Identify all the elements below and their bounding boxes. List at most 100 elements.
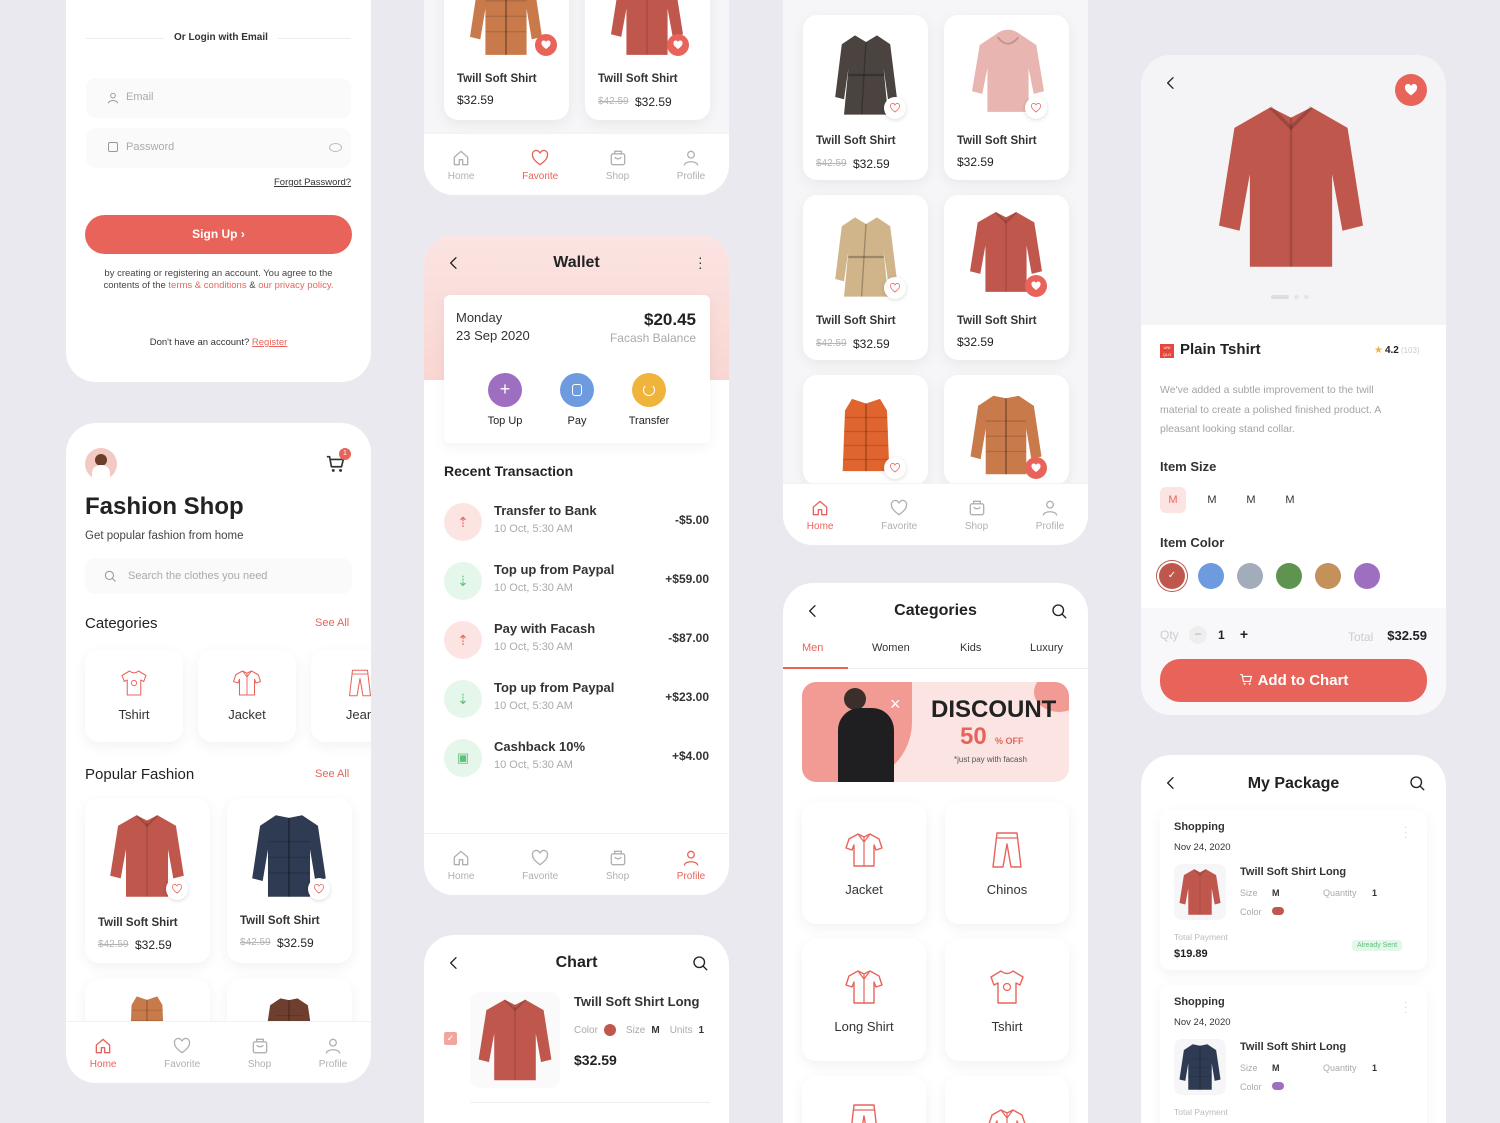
- privacy-link[interactable]: our privacy policy.: [258, 280, 333, 291]
- tab-men[interactable]: Men: [802, 642, 823, 654]
- pay-button[interactable]: [560, 373, 594, 407]
- size-option[interactable]: M: [1277, 487, 1303, 513]
- color-swatch[interactable]: [1237, 563, 1263, 589]
- color-swatch[interactable]: [1276, 563, 1302, 589]
- color-swatch[interactable]: [1198, 563, 1224, 589]
- qty-increase[interactable]: +: [1235, 626, 1253, 644]
- transaction-row[interactable]: ⇡ Pay with Facash 10 Oct, 5:30 AM -$87.0…: [444, 617, 709, 673]
- product-card[interactable]: Twill Soft Shirt $42.59 $32.59: [803, 15, 928, 180]
- favorite-button[interactable]: [1025, 97, 1047, 119]
- product-card[interactable]: Twill Soft Shirt $42.59 $32.59: [585, 0, 710, 120]
- favorite-button[interactable]: [308, 878, 330, 900]
- search-icon[interactable]: [1050, 602, 1068, 620]
- register-link[interactable]: Register: [252, 337, 287, 348]
- nav-home[interactable]: Home: [448, 848, 474, 882]
- nav-favorite[interactable]: Favorite: [164, 1036, 200, 1070]
- category-jean[interactable]: Jean: [311, 650, 371, 742]
- favorite-button[interactable]: [667, 34, 689, 56]
- nav-shop[interactable]: Shop: [606, 148, 629, 182]
- product-card[interactable]: Twill Soft Shirt $32.59: [444, 0, 569, 120]
- chart-card: Chart ✓ Twill Soft Shirt Long Color Size…: [424, 935, 729, 1123]
- favorite-button[interactable]: [884, 277, 906, 299]
- cart-item-price: $32.59: [574, 1052, 617, 1068]
- product-card[interactable]: [803, 375, 928, 485]
- category-jacket[interactable]: Jacket: [802, 802, 926, 924]
- carousel-dots[interactable]: [1271, 295, 1309, 299]
- size-option[interactable]: M: [1160, 487, 1186, 513]
- favorite-button[interactable]: [166, 878, 188, 900]
- more-icon[interactable]: · · ·: [1404, 823, 1408, 843]
- order-card[interactable]: Shopping Nov 24, 2020 · · · Twill Soft Shi…: [1160, 985, 1427, 1123]
- size-option[interactable]: M: [1238, 487, 1264, 513]
- transfer-button[interactable]: [632, 373, 666, 407]
- more-icon[interactable]: · · ·: [698, 250, 703, 274]
- nav-shop[interactable]: Shop: [965, 498, 988, 532]
- favorite-button[interactable]: [1025, 457, 1047, 479]
- select-checkbox[interactable]: ✓: [444, 1032, 457, 1045]
- terms-link[interactable]: terms & conditions: [168, 280, 246, 291]
- favorite-button[interactable]: [1025, 275, 1047, 297]
- password-field[interactable]: Password: [86, 128, 351, 168]
- color-swatch[interactable]: ✓: [1159, 563, 1185, 589]
- eye-off-icon[interactable]: [329, 143, 342, 152]
- search-icon[interactable]: [1408, 774, 1426, 792]
- favorite-button[interactable]: [884, 457, 906, 479]
- forgot-password-link[interactable]: Forgot Password?: [274, 177, 351, 188]
- categories-see-all[interactable]: See All: [315, 617, 349, 629]
- transaction-row[interactable]: ⇣ Top up from Paypal 10 Oct, 5:30 AM +$5…: [444, 558, 709, 614]
- category-chinos[interactable]: Chinos: [945, 802, 1069, 924]
- product-card[interactable]: Twill Soft Shirt $32.59: [944, 15, 1069, 180]
- product-old-price: $42.59: [816, 158, 847, 169]
- category-more[interactable]: [945, 1076, 1069, 1123]
- add-to-chart-button[interactable]: Add to Chart: [1160, 659, 1427, 702]
- nav-shop[interactable]: Shop: [248, 1036, 271, 1070]
- product-card[interactable]: [944, 375, 1069, 485]
- tab-luxury[interactable]: Luxury: [1030, 642, 1063, 654]
- color-swatch[interactable]: [1315, 563, 1341, 589]
- nav-profile[interactable]: Profile: [319, 1036, 347, 1070]
- favorite-button[interactable]: [884, 97, 906, 119]
- product-card[interactable]: Twill Soft Shirt $42.59 $32.59: [227, 798, 352, 963]
- product-card[interactable]: Twill Soft Shirt $42.59 $32.59: [85, 798, 210, 963]
- transaction-row[interactable]: ▣ Cashback 10% 10 Oct, 5:30 AM +$4.00: [444, 735, 709, 791]
- category-long-shirt[interactable]: Long Shirt: [802, 939, 926, 1061]
- nav-profile[interactable]: Profile: [1036, 498, 1064, 532]
- qty-decrease[interactable]: −: [1189, 626, 1207, 644]
- favorite-button[interactable]: [1395, 74, 1427, 106]
- transaction-row[interactable]: ⇣ Top up from Paypal 10 Oct, 5:30 AM +$2…: [444, 676, 709, 732]
- category-more[interactable]: [802, 1076, 926, 1123]
- category-jacket[interactable]: Jacket: [198, 650, 296, 742]
- back-icon[interactable]: [1163, 75, 1179, 91]
- signup-button[interactable]: Sign Up ›: [85, 215, 352, 254]
- nav-favorite[interactable]: Favorite: [881, 498, 917, 532]
- nav-profile[interactable]: Profile: [677, 148, 705, 182]
- tab-women[interactable]: Women: [872, 642, 910, 654]
- product-old-price: $42.59: [98, 939, 129, 950]
- nav-favorite[interactable]: Favorite: [522, 848, 558, 882]
- nav-shop-label: Shop: [605, 170, 630, 182]
- avatar[interactable]: [85, 448, 117, 480]
- product-card[interactable]: Twill Soft Shirt $32.59: [944, 195, 1069, 360]
- more-icon[interactable]: · · ·: [1404, 998, 1408, 1018]
- popular-see-all[interactable]: See All: [315, 768, 349, 780]
- product-card[interactable]: Twill Soft Shirt $42.59 $32.59: [803, 195, 928, 360]
- topup-button[interactable]: +: [488, 373, 522, 407]
- category-tshirt[interactable]: Tshirt: [85, 650, 183, 742]
- nav-shop[interactable]: Shop: [606, 848, 629, 882]
- order-card[interactable]: Shopping Nov 24, 2020 · · · Twill Soft Shi…: [1160, 810, 1427, 970]
- nav-home[interactable]: Home: [807, 498, 833, 532]
- size-option[interactable]: M: [1199, 487, 1225, 513]
- nav-home[interactable]: Home: [90, 1036, 116, 1070]
- nav-favorite[interactable]: Favorite: [522, 148, 558, 182]
- favorite-button[interactable]: [535, 34, 557, 56]
- nav-profile[interactable]: Profile: [677, 848, 705, 882]
- transaction-row[interactable]: ⇡ Transfer to Bank 10 Oct, 5:30 AM -$5.0…: [444, 499, 709, 555]
- email-field[interactable]: Email: [86, 78, 351, 118]
- category-tshirt[interactable]: Tshirt: [945, 939, 1069, 1061]
- tab-kids[interactable]: Kids: [960, 642, 981, 654]
- search-icon[interactable]: [691, 954, 709, 972]
- color-swatch[interactable]: [1354, 563, 1380, 589]
- search-bar[interactable]: Search the clothes you need: [85, 558, 352, 594]
- discount-banner[interactable]: × DISCOUNT 50 % OFF *just pay with facas…: [802, 682, 1069, 782]
- nav-home[interactable]: Home: [448, 148, 474, 182]
